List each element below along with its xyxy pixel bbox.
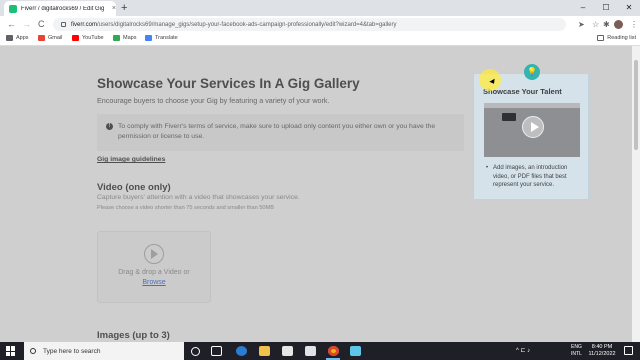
cortana-icon[interactable]: [191, 347, 200, 356]
bookmark-gmail[interactable]: Gmail: [38, 35, 62, 41]
lang-layout: INTL: [571, 351, 582, 357]
file-explorer-icon[interactable]: [259, 346, 270, 356]
address-bar[interactable]: fiverr.com/users/digitalrocks69/manage_g…: [53, 18, 566, 31]
reading-list-icon: [597, 35, 605, 41]
windows-taskbar: Type here to search ^ ⊏ ♪ ENG INTL 8:40 …: [0, 342, 640, 360]
back-button[interactable]: ←: [7, 17, 16, 32]
taskbar-clock[interactable]: 8:40 PM 11/12/2022: [588, 344, 616, 358]
maps-icon: [113, 35, 120, 41]
language-indicator[interactable]: ENG INTL: [571, 344, 582, 358]
notification-center-icon[interactable]: [624, 346, 633, 355]
lang-code: ENG: [571, 344, 582, 350]
thumbnail-card: [502, 113, 516, 121]
bookmark-label: Maps: [123, 35, 137, 41]
reload-button[interactable]: C: [38, 17, 45, 32]
extensions-icon[interactable]: ✱: [603, 19, 610, 30]
bookmark-youtube[interactable]: YouTube: [72, 35, 104, 41]
page-scrollbar[interactable]: [632, 46, 640, 342]
send-icon[interactable]: ➤: [578, 19, 585, 30]
system-tray-icons[interactable]: ^ ⊏ ♪: [516, 347, 530, 354]
browser-toolbar: ← → C fiverr.com/users/digitalrocks69/ma…: [0, 16, 640, 33]
tab-title: Fiverr / digitalrocks69 / Edit Gig: [21, 5, 105, 12]
search-placeholder: Type here to search: [43, 347, 101, 355]
bookmark-label: Apps: [16, 35, 29, 41]
youtube-icon: [72, 35, 79, 41]
clock-time: 8:40 PM: [591, 344, 613, 350]
lightbulb-icon: 💡: [524, 64, 540, 80]
minimize-button[interactable]: –: [572, 0, 594, 16]
lock-icon: [61, 22, 66, 27]
edge-icon[interactable]: [236, 346, 247, 356]
notepad-icon[interactable]: [350, 346, 361, 356]
new-tab-button[interactable]: +: [121, 1, 127, 15]
close-window-button[interactable]: ✕: [618, 0, 640, 16]
bookmark-translate[interactable]: Translate: [145, 35, 178, 41]
bookmark-label: Translate: [155, 35, 178, 41]
scrollbar-thumb[interactable]: [634, 60, 638, 150]
gmail-icon: [38, 35, 45, 41]
play-icon[interactable]: [522, 116, 544, 138]
bookmarks-bar: Apps Gmail YouTube Maps Translate Readin…: [0, 33, 640, 46]
clock-date: 11/12/2022: [588, 351, 616, 357]
browser-titlebar: Fiverr / digitalrocks69 / Edit Gig × + –…: [0, 0, 640, 16]
showcase-talent-popup: Showcase Your Talent Add images, an intr…: [473, 73, 589, 200]
reading-list-button[interactable]: Reading list: [597, 35, 636, 41]
profile-avatar[interactable]: [614, 20, 623, 29]
fiverr-favicon-icon: [9, 4, 17, 13]
task-view-icon[interactable]: [211, 346, 222, 356]
bookmark-label: YouTube: [82, 35, 104, 41]
tab-close-icon[interactable]: ×: [112, 5, 116, 12]
bookmark-star-icon[interactable]: ☆: [592, 19, 599, 30]
page-viewport: Showcase Your Services In A Gig Gallery …: [0, 46, 640, 342]
bookmark-label: Gmail: [48, 35, 63, 41]
url-path: /users/digitalrocks69/manage_gigs/setup-…: [97, 21, 397, 28]
bookmark-apps[interactable]: Apps: [6, 35, 29, 41]
taskbar-search-box[interactable]: Type here to search: [24, 342, 184, 360]
store-icon[interactable]: [282, 346, 293, 356]
maximize-button[interactable]: ☐: [595, 0, 617, 16]
reading-list-label: Reading list: [607, 35, 636, 41]
menu-dots-icon[interactable]: ⋮: [630, 19, 638, 30]
forward-button[interactable]: →: [22, 17, 31, 32]
chrome-icon[interactable]: [328, 346, 339, 356]
thumbnail-header-strip: [484, 103, 580, 108]
url-host: fiverr.com: [71, 21, 98, 28]
translate-icon: [145, 35, 152, 41]
popup-bullet: Add images, an introduction video, or PD…: [485, 164, 583, 190]
windows-start-icon[interactable]: [6, 346, 16, 356]
bookmark-maps[interactable]: Maps: [113, 35, 136, 41]
tab-fiverr-edit-gig[interactable]: Fiverr / digitalrocks69 / Edit Gig ×: [4, 1, 116, 16]
url-text: fiverr.com/users/digitalrocks69/manage_g…: [71, 22, 397, 28]
popup-video-thumbnail[interactable]: [484, 103, 580, 157]
search-icon: [30, 348, 36, 354]
apps-grid-icon: [6, 35, 13, 41]
mail-icon[interactable]: [305, 346, 316, 356]
